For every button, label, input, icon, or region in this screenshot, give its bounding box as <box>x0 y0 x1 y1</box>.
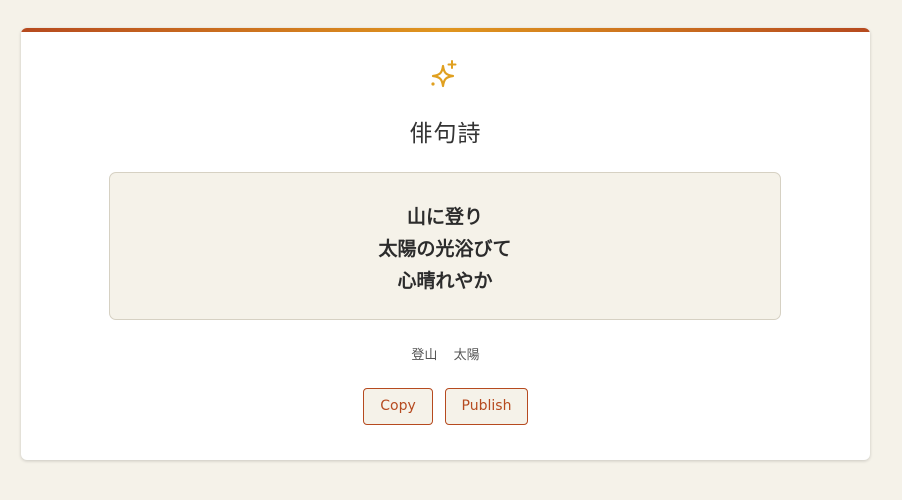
sparkle-icon <box>431 60 457 88</box>
tag-list: 登山 太陽 <box>21 344 870 363</box>
poem-line: 心晴れやか <box>397 270 493 292</box>
poem-line: 山に登り <box>406 206 483 228</box>
publish-button[interactable]: Publish <box>445 388 528 425</box>
copy-button[interactable]: Copy <box>363 388 433 425</box>
card-accent-bar <box>21 28 870 32</box>
poem-line: 太陽の光浴びて <box>378 238 512 260</box>
page-title: 俳句詩 <box>409 121 482 147</box>
tag: 登山 <box>411 348 438 363</box>
haiku-card: 俳句詩 山に登り 太陽の光浴びて 心晴れやか 登山 太陽 Copy Publis… <box>21 28 870 460</box>
poem-box: 山に登り 太陽の光浴びて 心晴れやか <box>109 172 781 320</box>
tag: 太陽 <box>453 348 480 363</box>
